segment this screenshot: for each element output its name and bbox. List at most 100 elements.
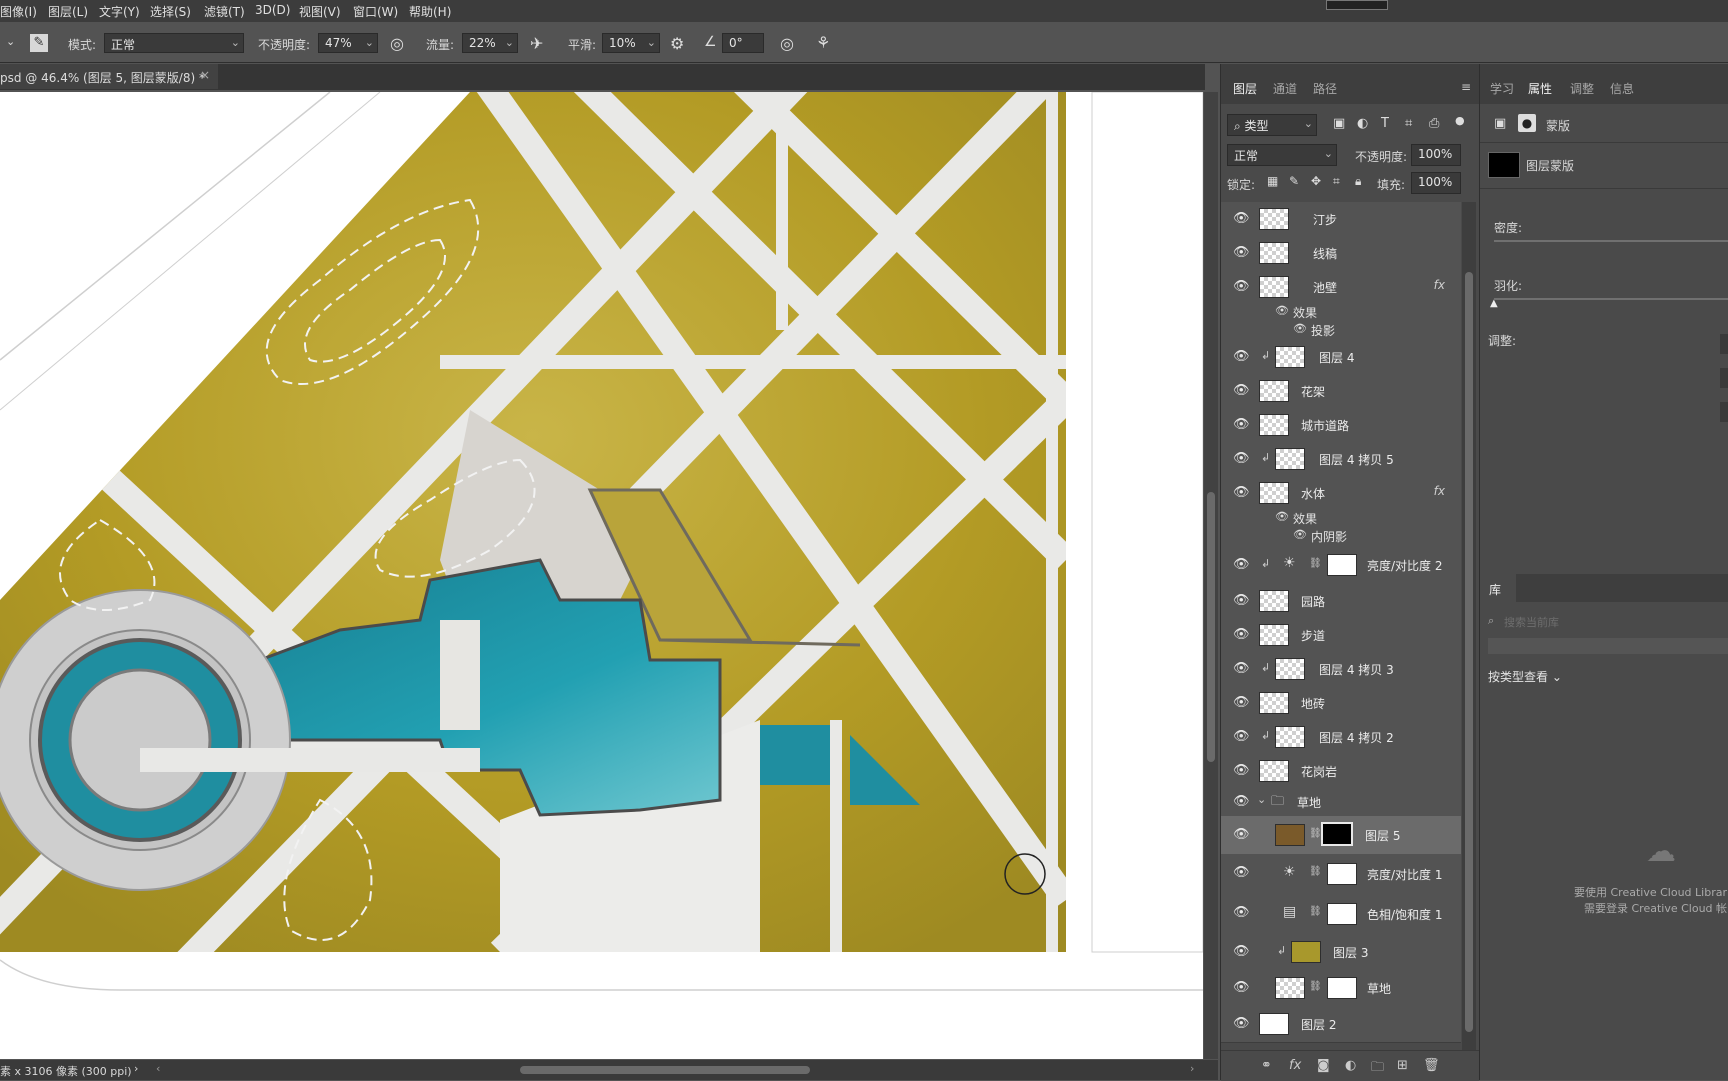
layer-mask-thumbnail[interactable]: [1321, 822, 1353, 846]
lock-transparent-icon[interactable]: ▦: [1267, 174, 1278, 188]
gear-icon[interactable]: ⚙: [670, 34, 684, 53]
menu-select[interactable]: 选择(S): [150, 3, 191, 20]
tab-properties[interactable]: 属性: [1528, 80, 1552, 97]
airbrush-icon[interactable]: ✈: [530, 34, 543, 53]
layer-row[interactable]: 👁︎ 花岗岩: [1221, 754, 1461, 789]
eye-icon[interactable]: 👁︎: [1233, 349, 1250, 364]
document-tab[interactable]: psd @ 46.4% (图层 5, 图层蒙版/8) * ×: [0, 64, 218, 89]
layer-mask-thumbnail[interactable]: [1327, 554, 1357, 576]
eye-icon[interactable]: 👁︎: [1233, 729, 1250, 744]
menu-type[interactable]: 文字(Y): [99, 3, 140, 20]
chevron-down-icon[interactable]: ⌄: [6, 35, 15, 48]
add-mask-icon[interactable]: ◙: [1317, 1058, 1330, 1073]
eye-icon[interactable]: 👁︎: [1233, 485, 1250, 500]
link-icon[interactable]: ⛓: [1309, 828, 1322, 839]
eye-icon[interactable]: 👁︎: [1233, 627, 1250, 642]
symmetry-icon[interactable]: ⚘: [816, 33, 830, 52]
mode-select[interactable]: 正常 ⌄: [104, 33, 244, 53]
library-search-input[interactable]: 搜索当前库: [1504, 614, 1559, 630]
layer-group-row[interactable]: 👁︎ ⌄ 🗀 草地: [1221, 788, 1461, 817]
layer-list-scrollbar[interactable]: [1462, 202, 1476, 1054]
layer-row[interactable]: 👁︎ 汀步: [1221, 202, 1461, 237]
flow-input[interactable]: 22% ⌄: [462, 33, 518, 53]
layer-row[interactable]: 👁︎ 池壁 fx: [1221, 270, 1461, 304]
layer-row[interactable]: 👁︎ 园路: [1221, 584, 1461, 619]
layer-row[interactable]: 👁︎ ↲ 图层 4 拷贝 2: [1221, 720, 1461, 755]
status-menu-arrow[interactable]: ›: [134, 1062, 138, 1075]
scroll-left-arrow[interactable]: ‹: [156, 1062, 160, 1075]
opacity-input[interactable]: 47% ⌄: [318, 33, 378, 53]
tab-learn[interactable]: 学习: [1490, 80, 1514, 97]
layer-filter-select[interactable]: ⌕ 类型 ⌄: [1227, 114, 1317, 136]
close-icon[interactable]: ×: [200, 68, 210, 82]
eye-icon[interactable]: 👁︎: [1233, 451, 1250, 466]
slider-handle[interactable]: ▲: [1490, 298, 1498, 309]
smart-object-filter-icon[interactable]: ⎙: [1429, 116, 1439, 131]
layer-row[interactable]: 👁︎ 地砖: [1221, 686, 1461, 721]
link-icon[interactable]: ⛓: [1309, 866, 1322, 877]
eye-icon[interactable]: 👁︎: [1233, 245, 1250, 260]
scroll-thumb[interactable]: [1207, 492, 1215, 762]
layer-row[interactable]: 👁︎ ↲ 图层 4 拷贝 3: [1221, 652, 1461, 687]
pressure-opacity-icon[interactable]: ◎: [390, 34, 404, 53]
eye-icon[interactable]: 👁︎: [1233, 593, 1250, 608]
layer-row[interactable]: 👁︎ ☀ ⛓ 亮度/对比度 1: [1221, 854, 1461, 895]
canvas-vertical-scrollbar[interactable]: [1204, 92, 1218, 1059]
lock-image-icon[interactable]: ✎: [1289, 174, 1299, 188]
layer-opacity-input[interactable]: 100%: [1411, 144, 1461, 166]
eye-icon[interactable]: 👁︎: [1233, 383, 1250, 398]
layer-row[interactable]: 👁︎ ↲ 图层 4 拷贝 5: [1221, 442, 1461, 477]
tab-info[interactable]: 信息: [1610, 80, 1634, 97]
brush-preset-icon[interactable]: ✎: [30, 34, 48, 52]
filter-toggle-icon[interactable]: ●: [1455, 114, 1465, 127]
eye-icon[interactable]: 👁︎: [1233, 827, 1250, 842]
layer-row-selected[interactable]: 👁︎ ⛓ 图层 5: [1221, 816, 1461, 855]
menu-3d[interactable]: 3D(D): [255, 3, 290, 17]
eye-icon[interactable]: 👁︎: [1233, 980, 1250, 995]
panel-menu-icon[interactable]: ≡: [1461, 80, 1471, 94]
fill-input[interactable]: 100%: [1411, 172, 1461, 194]
pixel-filter-icon[interactable]: ▣: [1333, 116, 1345, 131]
scroll-thumb[interactable]: [1465, 272, 1473, 1032]
layer-row[interactable]: 👁︎ 水体 fx: [1221, 476, 1461, 510]
select-and-mask-button[interactable]: [1720, 334, 1728, 354]
tab-layers[interactable]: 图层: [1233, 80, 1257, 97]
layer-row[interactable]: 👁︎ 线稿: [1221, 236, 1461, 271]
eye-icon[interactable]: 👁︎: [1233, 763, 1250, 778]
eye-icon[interactable]: 👁︎: [1233, 794, 1250, 809]
new-layer-icon[interactable]: ⊞: [1397, 1058, 1408, 1073]
scroll-right-arrow[interactable]: ›: [1190, 1062, 1194, 1075]
eye-icon[interactable]: 👁︎: [1233, 944, 1250, 959]
layer-row[interactable]: 👁︎ 步道: [1221, 618, 1461, 653]
library-select[interactable]: [1488, 638, 1728, 654]
eye-icon[interactable]: 👁︎: [1233, 661, 1250, 676]
menu-layer[interactable]: 图层(L): [48, 3, 88, 20]
blend-mode-select[interactable]: 正常 ⌄: [1227, 144, 1337, 166]
canvas-area[interactable]: [0, 92, 1203, 1059]
fx-icon[interactable]: fx: [1434, 278, 1445, 292]
lock-all-icon[interactable]: 🔒︎: [1355, 174, 1361, 189]
pixel-mask-icon[interactable]: ▣: [1494, 116, 1506, 131]
layer-row[interactable]: 👁︎ ▤ ⛓ 色相/饱和度 1: [1221, 894, 1461, 935]
menu-view[interactable]: 视图(V): [299, 3, 341, 20]
layer-row[interactable]: 👁︎ 城市道路: [1221, 408, 1461, 443]
layer-mask-thumbnail[interactable]: [1327, 977, 1357, 999]
eye-icon[interactable]: 👁︎: [1275, 304, 1289, 317]
chevron-down-icon[interactable]: ⌄: [1257, 793, 1266, 806]
layer-row[interactable]: 👁︎ ⛓ 草地: [1221, 970, 1461, 1007]
shape-filter-icon[interactable]: ⌗: [1405, 116, 1412, 131]
new-group-icon[interactable]: 🗀: [1371, 1058, 1384, 1080]
menu-filter[interactable]: 滤镜(T): [204, 3, 245, 20]
eye-icon[interactable]: 👁︎: [1233, 211, 1250, 226]
menu-window[interactable]: 窗口(W): [353, 3, 398, 20]
tab-channels[interactable]: 通道: [1273, 80, 1297, 97]
trash-icon[interactable]: 🗑︎: [1423, 1058, 1440, 1073]
layer-row[interactable]: 👁︎ 花架: [1221, 374, 1461, 409]
view-by-type-select[interactable]: 按类型查看 ⌄: [1488, 668, 1562, 685]
canvas-horizontal-scroll-thumb[interactable]: [520, 1066, 810, 1074]
eye-icon[interactable]: 👁︎: [1233, 1016, 1250, 1031]
invert-button[interactable]: [1720, 402, 1728, 422]
lock-position-icon[interactable]: ✥: [1311, 174, 1321, 188]
layer-mask-thumbnail[interactable]: [1327, 863, 1357, 885]
link-icon[interactable]: ⛓: [1309, 558, 1322, 569]
